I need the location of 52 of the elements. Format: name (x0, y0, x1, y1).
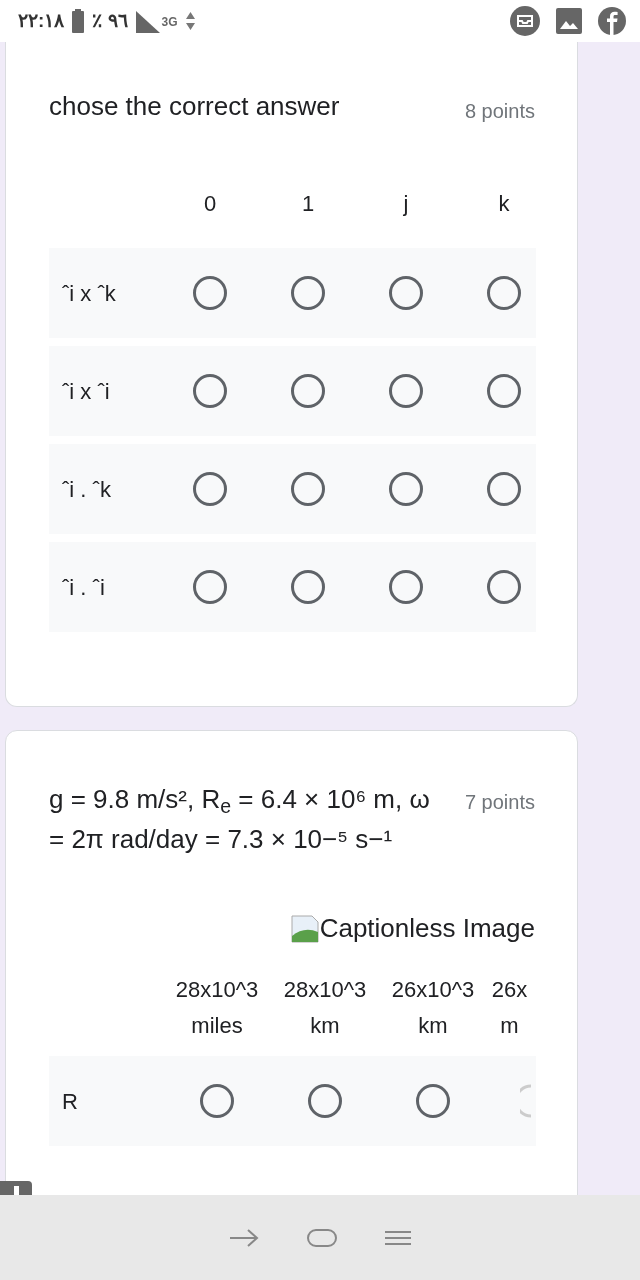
handle-tab[interactable] (0, 1181, 32, 1195)
column-header: 1 (300, 190, 316, 218)
row-label: R (61, 1087, 79, 1116)
column-header: k (497, 190, 511, 218)
radio-button[interactable] (291, 570, 325, 604)
row-label: ˆi . ˆk (61, 475, 112, 504)
question-title: chose the correct answer (49, 90, 340, 123)
column-header: j (402, 190, 410, 218)
question-title: g = 9.8 m/s², R$_{e}$ = 6.4 × 10⁶ m, ω = 2π rad/day = 7.3 × 10−⁵ s−¹ (49, 783, 431, 856)
back-arrow-icon[interactable] (229, 1227, 259, 1248)
radio-button[interactable] (487, 472, 521, 506)
radio-button[interactable] (291, 276, 325, 310)
points-label: 8 points (463, 99, 535, 124)
points-label: 7 points (463, 790, 535, 815)
battery-icon (72, 9, 85, 33)
radio-button[interactable] (487, 374, 521, 408)
battery-level: ٪ ٩٦ (92, 8, 128, 33)
inbox-icon[interactable] (510, 6, 540, 36)
handle-grip-icon (13, 1186, 19, 1195)
radio-button[interactable] (291, 374, 325, 408)
column-header: 0 (202, 190, 218, 218)
column-header: 26x10^3 km (390, 976, 476, 1040)
radio-button[interactable] (200, 1084, 234, 1118)
radio-button[interactable] (308, 1084, 342, 1118)
social-app-icon[interactable] (598, 7, 626, 35)
network-type: 3G (161, 13, 178, 31)
radio-button[interactable] (193, 276, 227, 310)
menu-icon[interactable] (385, 1229, 411, 1246)
radio-button[interactable] (487, 570, 521, 604)
radio-button[interactable] (193, 374, 227, 408)
image-caption: Captionless Image (319, 912, 535, 945)
home-icon[interactable] (307, 1228, 337, 1247)
row-label: ˆi . ˆi (61, 573, 106, 602)
radio-button[interactable] (487, 276, 521, 310)
radio-button[interactable] (416, 1084, 450, 1118)
column-header: 28x10^3 km (282, 976, 368, 1040)
row-label: ˆi x ˆk (61, 279, 117, 308)
clock: ٢٢:١٨ (18, 8, 65, 33)
column-header: 26x m (490, 976, 529, 1040)
radio-button[interactable] (389, 276, 423, 310)
radio-button[interactable] (389, 570, 423, 604)
broken-image-icon (289, 913, 320, 944)
data-arrows-icon (185, 10, 195, 32)
radio-button[interactable] (389, 472, 423, 506)
column-header: 28x10^3 miles (174, 976, 260, 1040)
radio-button[interactable] (389, 374, 423, 408)
image-icon[interactable] (556, 8, 582, 34)
radio-button[interactable] (291, 472, 325, 506)
signal-icon (135, 9, 160, 33)
radio-button[interactable] (193, 570, 227, 604)
radio-button[interactable] (193, 472, 227, 506)
row-label: ˆi x ˆi (61, 377, 111, 406)
